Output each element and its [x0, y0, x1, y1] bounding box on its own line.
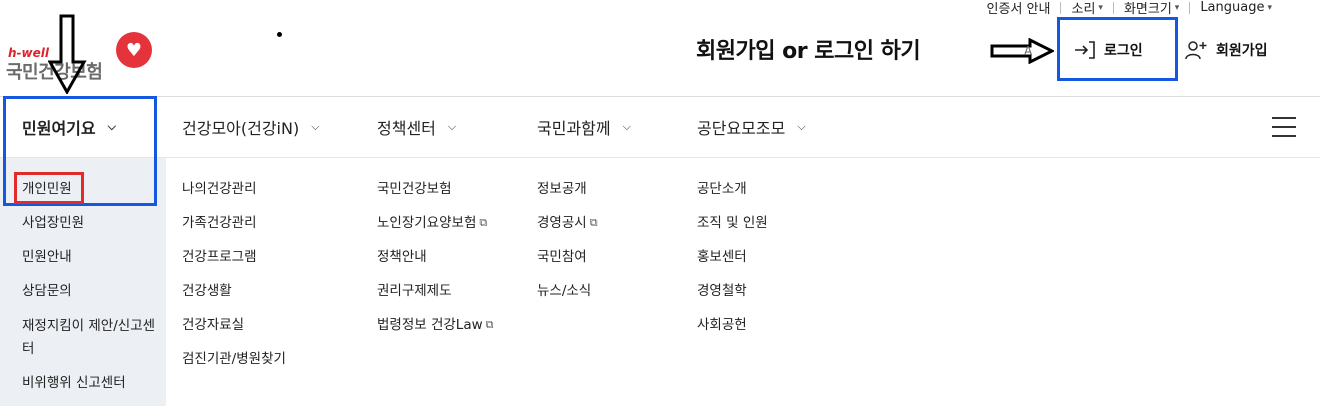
annotation-text: 회원가입 or 로그인 하기 [696, 39, 921, 64]
external-link-icon: ⧉ [479, 216, 488, 229]
menu-item-business-civil[interactable]: 사업장민원 [22, 213, 162, 247]
menu-item-social-contribution[interactable]: 사회공헌 [697, 315, 768, 349]
menu-item-health-program[interactable]: 건강프로그램 [182, 247, 286, 281]
submenu-col-health: 나의건강관리 가족건강관리 건강프로그램 건강생활 건강자료실 검진기관/병원찾… [182, 179, 286, 383]
language-select[interactable]: Language ▾ [1190, 0, 1282, 15]
menu-item-family-health[interactable]: 가족건강관리 [182, 213, 286, 247]
cert-guide-link[interactable]: 인증서 안내 [977, 0, 1061, 17]
menu-item-finance-report[interactable]: 재정지킴이 제안/신고센터 [22, 315, 162, 373]
right-arrow-annotation [990, 38, 1054, 64]
hamburger-menu-icon[interactable] [1272, 117, 1296, 137]
menu-item-philosophy[interactable]: 경영철학 [697, 281, 768, 315]
menu-item-find-hospital[interactable]: 검진기관/병원찾기 [182, 349, 286, 383]
external-link-icon: ⧉ [589, 216, 598, 229]
nav-item-with-people[interactable]: 국민과함께 ⌵ [537, 97, 631, 157]
stray-glyph: A [1024, 44, 1033, 58]
login-icon [1075, 41, 1095, 59]
chevron-down-icon: ⌵ [447, 120, 457, 133]
menu-item-policy-guide[interactable]: 정책안내 [377, 247, 494, 281]
add-user-icon [1185, 41, 1207, 60]
chevron-down-icon: ⌵ [311, 120, 320, 133]
submenu-col-people: 정보공개 경영공시 ⧉ 국민참여 뉴스/소식 [537, 179, 598, 315]
chevron-down-icon: ⌵ [797, 120, 806, 133]
sound-toggle[interactable]: 소리 ▾ [1061, 0, 1112, 17]
submenu-col-policy: 국민건강보험 노인장기요양보험 ⧉ 정책안내 권리구제제도 법령정보 건강Law ⧉ [377, 179, 494, 349]
menu-item-nhis[interactable]: 국민건강보험 [377, 179, 494, 213]
login-button[interactable]: 로그인 [1074, 40, 1143, 60]
utility-bar: 인증서 안내 소리 ▾ 화면크기 ▾ Language ▾ [977, 0, 1282, 17]
menu-item-health-library[interactable]: 건강자료실 [182, 315, 286, 349]
nav-item-policy-center[interactable]: 정책센터 ⌵ [377, 97, 456, 157]
menu-item-my-health[interactable]: 나의건강관리 [182, 179, 286, 213]
menu-item-ltc-insurance[interactable]: 노인장기요양보험 ⧉ [377, 213, 494, 247]
menu-item-info-disclosure[interactable]: 정보공개 [537, 179, 598, 213]
menu-item-pr-center[interactable]: 홍보센터 [697, 247, 768, 281]
down-arrow-annotation [48, 14, 87, 94]
menu-item-intro[interactable]: 공단소개 [697, 179, 768, 213]
external-link-icon: ⧉ [485, 318, 494, 331]
chevron-down-icon: ▾ [1098, 2, 1103, 13]
chevron-down-icon: ⌵ [622, 120, 631, 133]
stray-dot [277, 32, 282, 37]
main-nav: 민원여기요 ⌵ 건강모아(건강iN) ⌵ 정책센터 ⌵ 국민과함께 ⌵ 공단요모조모 ⌵ [0, 96, 1320, 158]
personal-civil-highlight-box [14, 172, 84, 204]
chevron-down-icon: ▾ [1267, 2, 1272, 13]
nav-item-health-in[interactable]: 건강모아(건강iN) ⌵ [182, 97, 320, 157]
zoom-toggle[interactable]: 화면크기 ▾ [1114, 0, 1189, 17]
submenu-col-civil: 개인민원 사업장민원 민원안내 상담문의 재정지킴이 제안/신고센터 비위행위 … [22, 179, 162, 406]
menu-item-misconduct-report[interactable]: 비위행위 신고센터 [22, 373, 162, 406]
menu-item-news[interactable]: 뉴스/소식 [537, 281, 598, 315]
menu-item-consultation[interactable]: 상담문의 [22, 281, 162, 315]
heart-icon: ♥ [116, 32, 152, 68]
menu-item-law-info[interactable]: 법령정보 건강Law ⧉ [377, 315, 494, 349]
menu-item-health-life[interactable]: 건강생활 [182, 281, 286, 315]
menu-item-rights-relief[interactable]: 권리구제제도 [377, 281, 494, 315]
menu-item-organization[interactable]: 조직 및 인원 [697, 213, 768, 247]
menu-item-civil-guide[interactable]: 민원안내 [22, 247, 162, 281]
chevron-down-icon: ▾ [1174, 2, 1180, 13]
menu-item-public-participation[interactable]: 국민참여 [537, 247, 598, 281]
nav-item-about[interactable]: 공단요모조모 ⌵ [697, 97, 806, 157]
menu-item-management-disclosure[interactable]: 경영공시 ⧉ [537, 213, 598, 247]
join-button[interactable]: 회원가입 [1184, 40, 1268, 60]
submenu-col-about: 공단소개 조직 및 인원 홍보센터 경영철학 사회공헌 [697, 179, 768, 349]
